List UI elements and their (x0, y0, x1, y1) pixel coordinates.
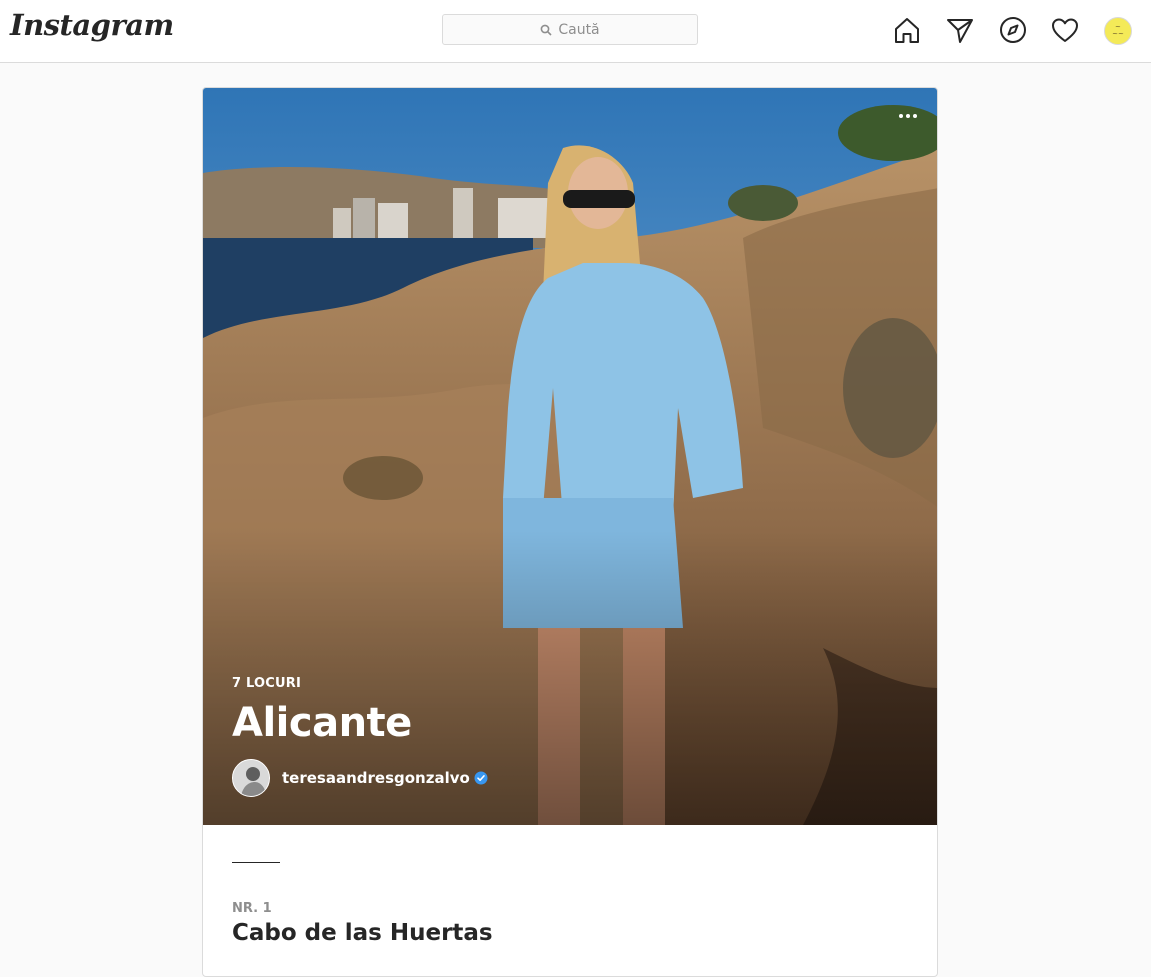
guide-place-count: 7 LOCURI (232, 676, 301, 691)
search-icon (540, 24, 552, 36)
direct-icon[interactable] (946, 16, 974, 44)
place-name[interactable]: Cabo de las Huertas (232, 920, 493, 946)
section-divider (232, 862, 280, 863)
home-icon[interactable] (893, 16, 921, 44)
more-options-icon[interactable] (899, 114, 917, 118)
profile-avatar[interactable]: ~ ~~ (1104, 17, 1132, 45)
author-avatar[interactable] (232, 759, 270, 797)
verified-badge-icon (474, 771, 488, 785)
guide-card: 7 LOCURI Alicante teresaandresgonzalvo N… (202, 87, 938, 977)
search-placeholder: Caută (558, 21, 600, 38)
search-input[interactable]: Caută (442, 14, 698, 45)
guide-cover-image[interactable]: 7 LOCURI Alicante teresaandresgonzalvo (203, 88, 937, 825)
guide-title: Alicante (232, 700, 412, 746)
explore-icon[interactable] (999, 16, 1027, 44)
guide-author[interactable]: teresaandresgonzalvo (232, 759, 488, 797)
instagram-logo[interactable]: Instagram (10, 8, 174, 42)
author-username[interactable]: teresaandresgonzalvo (282, 769, 470, 787)
top-navigation-bar: Instagram Caută ~ ~~ (0, 0, 1151, 63)
place-number: NR. 1 (232, 901, 272, 916)
activity-heart-icon[interactable] (1051, 16, 1079, 44)
avatar-logo-icon: ~ ~~ (1112, 23, 1124, 38)
